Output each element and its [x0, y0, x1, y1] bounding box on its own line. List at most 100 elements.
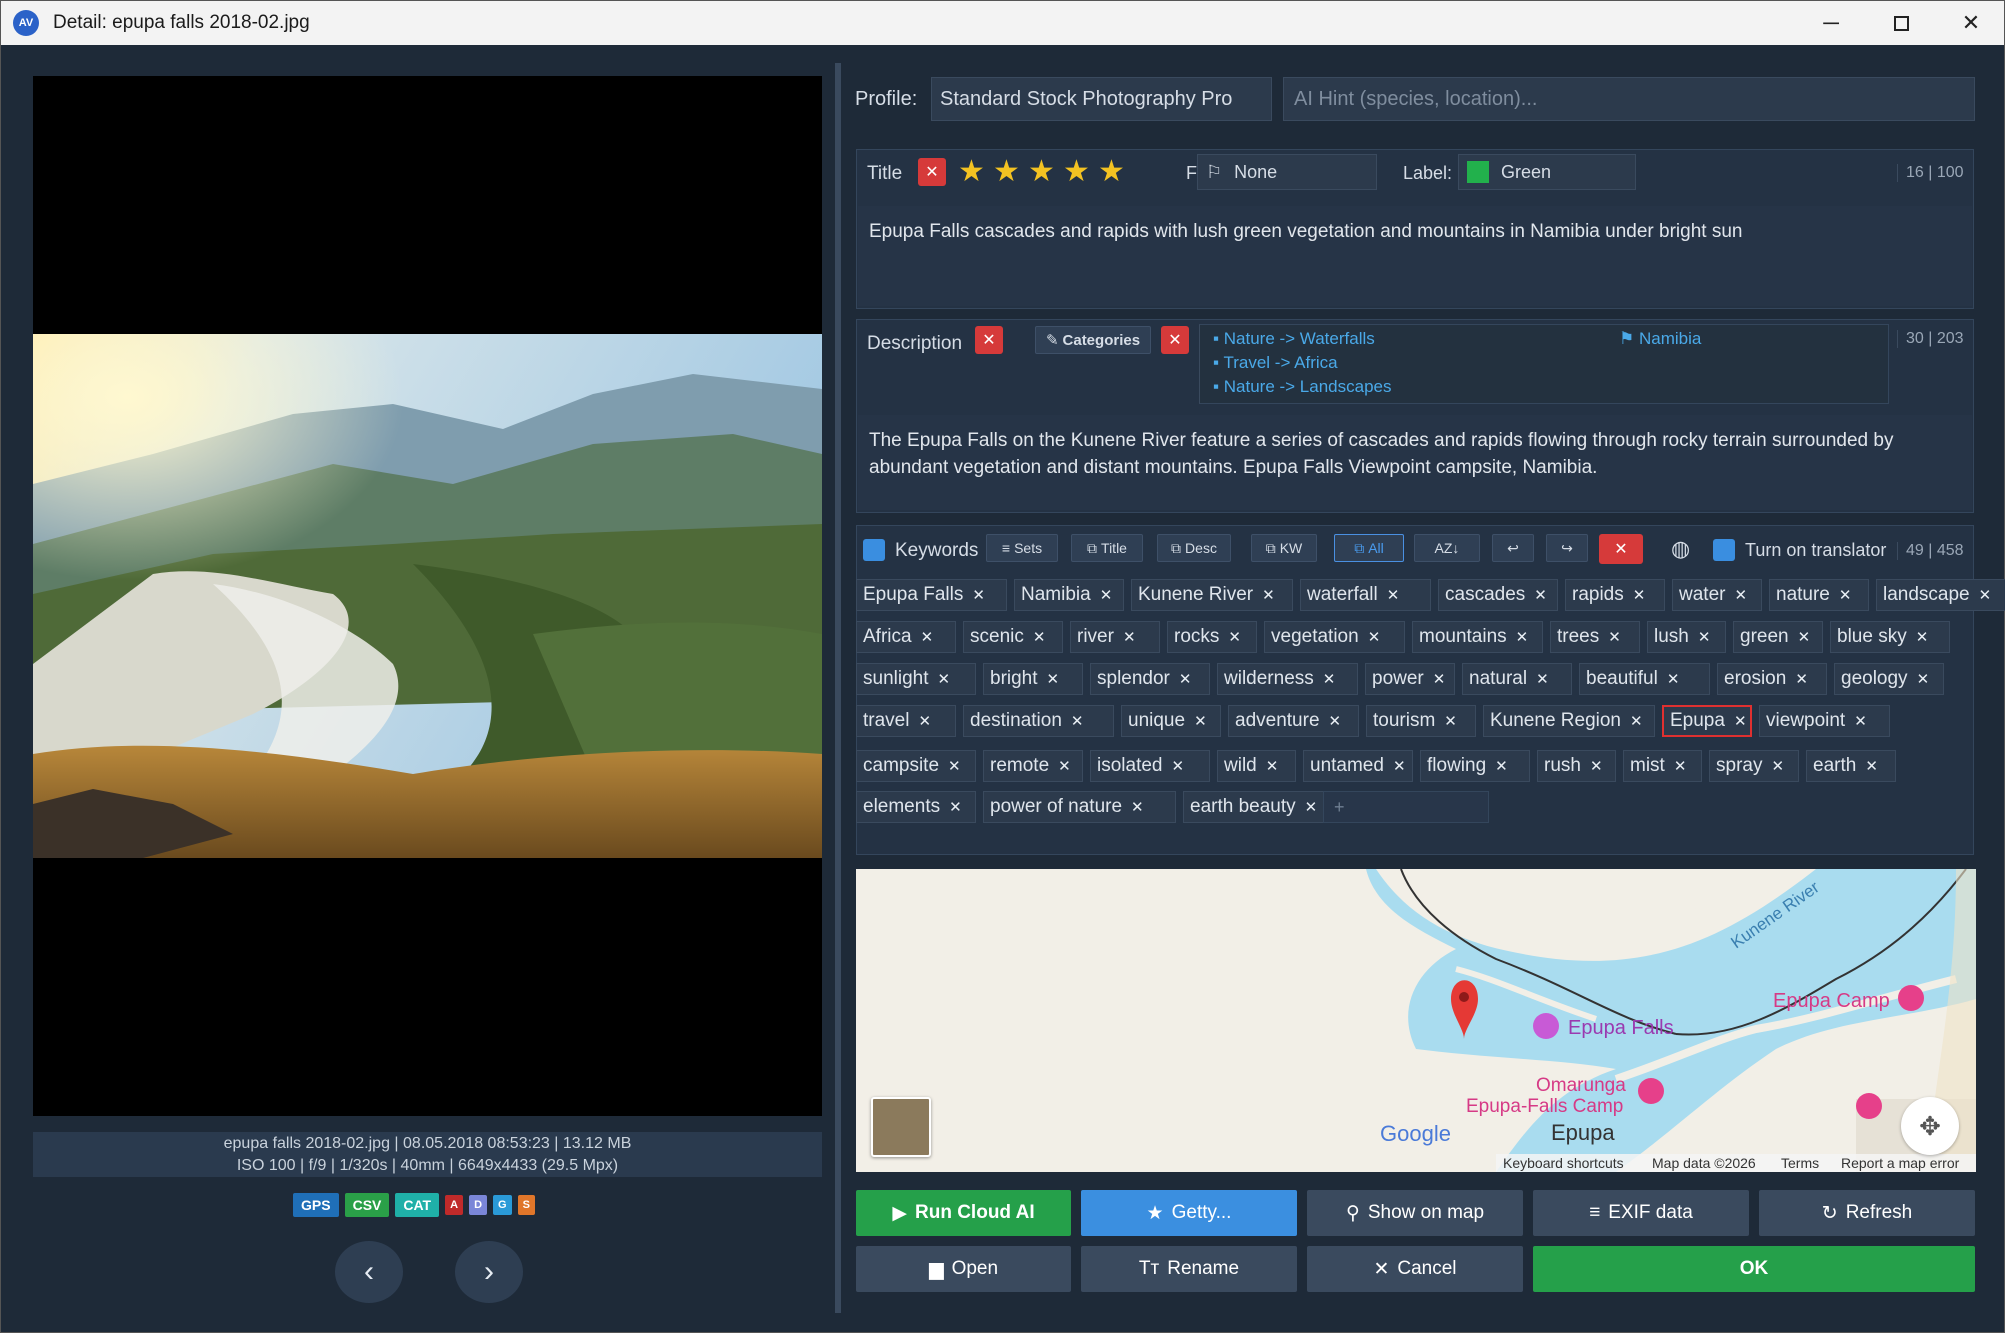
badge-gps[interactable]: GPS: [293, 1193, 339, 1217]
remove-keyword-icon[interactable]: ✕: [1630, 712, 1643, 730]
previous-image-button[interactable]: ‹: [335, 1241, 403, 1303]
remove-keyword-icon[interactable]: ✕: [1854, 712, 1867, 730]
ai-hint-input[interactable]: AI Hint (species, location)...: [1283, 77, 1975, 121]
categories-button[interactable]: ✎ Categories: [1035, 326, 1151, 354]
keyword-tag[interactable]: cascades ✕: [1438, 579, 1558, 611]
remove-keyword-icon[interactable]: ✕: [1865, 757, 1878, 775]
keyword-tag[interactable]: mountains ✕: [1412, 621, 1543, 653]
keyword-tag[interactable]: sunlight ✕: [856, 663, 976, 695]
refresh-button[interactable]: ↻ Refresh: [1759, 1190, 1975, 1236]
keywords-checkbox[interactable]: [863, 539, 885, 561]
clear-title-button[interactable]: ✕: [918, 158, 946, 186]
badge-s[interactable]: S: [517, 1195, 535, 1215]
keyword-tag[interactable]: scenic ✕: [963, 621, 1063, 653]
copy-kw-button[interactable]: ⧉ KW: [1251, 534, 1317, 562]
badge-cat[interactable]: CAT: [395, 1193, 440, 1217]
remove-keyword-icon[interactable]: ✕: [1734, 712, 1747, 730]
remove-keyword-icon[interactable]: ✕: [1798, 628, 1811, 646]
keyword-tag[interactable]: Epupa Falls ✕: [856, 579, 1007, 611]
undo-button[interactable]: ↩: [1492, 534, 1534, 562]
add-keyword-input[interactable]: +: [1323, 791, 1489, 823]
remove-keyword-icon[interactable]: ✕: [1123, 628, 1136, 646]
flag-select[interactable]: ⚐ None: [1197, 154, 1377, 190]
remove-keyword-icon[interactable]: ✕: [1393, 757, 1406, 775]
remove-keyword-icon[interactable]: ✕: [1305, 798, 1318, 816]
keyword-tag[interactable]: blue sky ✕: [1830, 621, 1950, 653]
remove-keyword-icon[interactable]: ✕: [1323, 670, 1336, 688]
remove-keyword-icon[interactable]: ✕: [938, 670, 951, 688]
remove-keyword-icon[interactable]: ✕: [949, 798, 962, 816]
keyword-tag[interactable]: bright ✕: [983, 663, 1083, 695]
copy-all-button[interactable]: ⧉ All: [1334, 534, 1404, 562]
remove-keyword-icon[interactable]: ✕: [1131, 798, 1144, 816]
remove-keyword-icon[interactable]: ✕: [1495, 757, 1508, 775]
sort-button[interactable]: AZ↓: [1414, 534, 1480, 562]
keyword-tag[interactable]: nature ✕: [1769, 579, 1869, 611]
remove-keyword-icon[interactable]: ✕: [1633, 586, 1646, 604]
remove-keyword-icon[interactable]: ✕: [1266, 757, 1279, 775]
remove-keyword-icon[interactable]: ✕: [1058, 757, 1071, 775]
remove-keyword-icon[interactable]: ✕: [1262, 586, 1275, 604]
remove-keyword-icon[interactable]: ✕: [1033, 628, 1046, 646]
map-type-toggle[interactable]: [871, 1097, 931, 1157]
keyword-tag[interactable]: travel ✕: [856, 705, 956, 737]
keyword-tag[interactable]: tourism ✕: [1366, 705, 1476, 737]
keyword-tag[interactable]: Africa ✕: [856, 621, 956, 653]
globe-icon[interactable]: ◍: [1671, 536, 1690, 562]
keyword-tag[interactable]: viewpoint ✕: [1759, 705, 1890, 737]
rating-star-5[interactable]: ★: [1098, 154, 1125, 189]
remove-keyword-icon[interactable]: ✕: [1172, 757, 1185, 775]
rating-star-3[interactable]: ★: [1028, 154, 1055, 189]
remove-keyword-icon[interactable]: ✕: [1194, 712, 1207, 730]
keyword-tag[interactable]: Kunene River ✕: [1131, 579, 1293, 611]
map-view[interactable]: Epupa Falls Epupa Camp Omarunga Epupa-Fa…: [856, 869, 1976, 1172]
remove-keyword-icon[interactable]: ✕: [948, 757, 961, 775]
keyword-tag[interactable]: splendor ✕: [1090, 663, 1210, 695]
keyword-tag[interactable]: untamed ✕: [1303, 750, 1413, 782]
badge-d[interactable]: D: [469, 1195, 488, 1215]
remove-keyword-icon[interactable]: ✕: [1179, 670, 1192, 688]
keyword-tag[interactable]: geology ✕: [1834, 663, 1944, 695]
remove-keyword-icon[interactable]: ✕: [1047, 670, 1060, 688]
remove-keyword-icon[interactable]: ✕: [1795, 670, 1808, 688]
country-item[interactable]: ⚑ Namibia: [1619, 329, 1701, 349]
remove-keyword-icon[interactable]: ✕: [1979, 586, 1992, 604]
keyword-tag[interactable]: lush ✕: [1647, 621, 1726, 653]
copy-desc-button[interactable]: ⧉ Desc: [1157, 534, 1231, 562]
category-item[interactable]: ▪ Travel -> Africa: [1213, 353, 1338, 373]
keyword-tag[interactable]: power of nature ✕: [983, 791, 1176, 823]
keyword-tag[interactable]: isolated ✕: [1090, 750, 1210, 782]
remove-keyword-icon[interactable]: ✕: [1734, 586, 1747, 604]
remove-keyword-icon[interactable]: ✕: [921, 628, 934, 646]
clear-description-button[interactable]: ✕: [975, 326, 1003, 354]
remove-keyword-icon[interactable]: ✕: [972, 586, 985, 604]
keyword-tag[interactable]: spray ✕: [1709, 750, 1799, 782]
clear-categories-button[interactable]: ✕: [1161, 326, 1189, 354]
remove-keyword-icon[interactable]: ✕: [1917, 670, 1930, 688]
keyword-tag[interactable]: wilderness ✕: [1217, 663, 1358, 695]
keyword-tag[interactable]: mist ✕: [1623, 750, 1702, 782]
remove-keyword-icon[interactable]: ✕: [1100, 586, 1113, 604]
remove-keyword-icon[interactable]: ✕: [1590, 757, 1603, 775]
remove-keyword-icon[interactable]: ✕: [1916, 628, 1929, 646]
badge-g[interactable]: G: [493, 1195, 512, 1215]
keyword-tag[interactable]: Namibia ✕: [1014, 579, 1124, 611]
badge-a[interactable]: A: [445, 1195, 464, 1215]
clear-keywords-button[interactable]: ✕: [1599, 534, 1643, 564]
remove-keyword-icon[interactable]: ✕: [1608, 628, 1621, 646]
map-pan-control[interactable]: ✥: [1901, 1097, 1959, 1155]
rating-star-2[interactable]: ★: [993, 154, 1020, 189]
remove-keyword-icon[interactable]: ✕: [1839, 586, 1852, 604]
redo-button[interactable]: ↪: [1546, 534, 1588, 562]
rating-star-4[interactable]: ★: [1063, 154, 1090, 189]
remove-keyword-icon[interactable]: ✕: [1516, 628, 1529, 646]
sets-button[interactable]: ≡ Sets: [986, 534, 1058, 562]
rename-button[interactable]: Tт Rename: [1081, 1246, 1297, 1292]
keyword-tag[interactable]: earth ✕: [1806, 750, 1896, 782]
remove-keyword-icon[interactable]: ✕: [1228, 628, 1241, 646]
remove-keyword-icon[interactable]: ✕: [1534, 586, 1547, 604]
rating-star-1[interactable]: ★: [958, 154, 985, 189]
remove-keyword-icon[interactable]: ✕: [1071, 712, 1084, 730]
color-label-select[interactable]: Green: [1458, 154, 1636, 190]
keyword-tag[interactable]: power ✕: [1365, 663, 1455, 695]
